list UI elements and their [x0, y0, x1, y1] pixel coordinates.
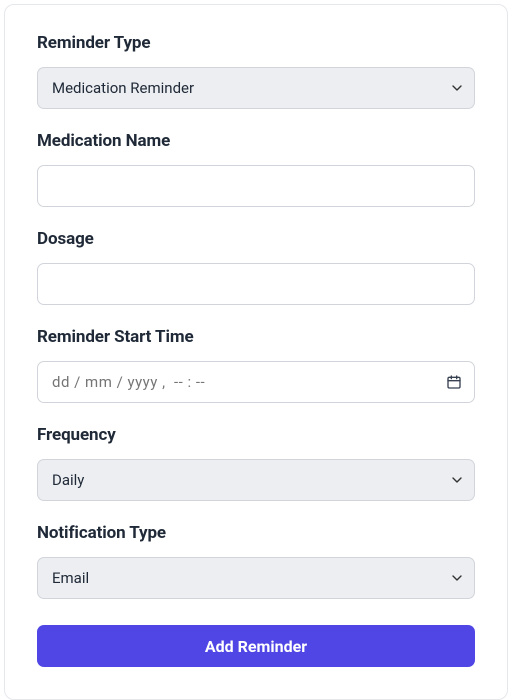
field-frequency: Frequency Daily — [37, 425, 475, 501]
input-dosage[interactable] — [37, 263, 475, 305]
label-start-time: Reminder Start Time — [37, 327, 475, 347]
datetime-wrap — [37, 361, 475, 403]
reminder-form-card: Reminder Type Medication Reminder Medica… — [4, 4, 508, 700]
label-frequency: Frequency — [37, 425, 475, 445]
field-reminder-type: Reminder Type Medication Reminder — [37, 33, 475, 109]
label-medication-name: Medication Name — [37, 131, 475, 151]
input-medication-name[interactable] — [37, 165, 475, 207]
field-medication-name: Medication Name — [37, 131, 475, 207]
label-notification-type: Notification Type — [37, 523, 475, 543]
field-notification-type: Notification Type Email — [37, 523, 475, 599]
label-reminder-type: Reminder Type — [37, 33, 475, 53]
select-notification-type[interactable]: Email — [37, 557, 475, 599]
input-start-time[interactable] — [37, 361, 475, 403]
select-reminder-type[interactable]: Medication Reminder — [37, 67, 475, 109]
select-frequency[interactable]: Daily — [37, 459, 475, 501]
field-dosage: Dosage — [37, 229, 475, 305]
field-start-time: Reminder Start Time — [37, 327, 475, 403]
label-dosage: Dosage — [37, 229, 475, 249]
add-reminder-button[interactable]: Add Reminder — [37, 625, 475, 667]
